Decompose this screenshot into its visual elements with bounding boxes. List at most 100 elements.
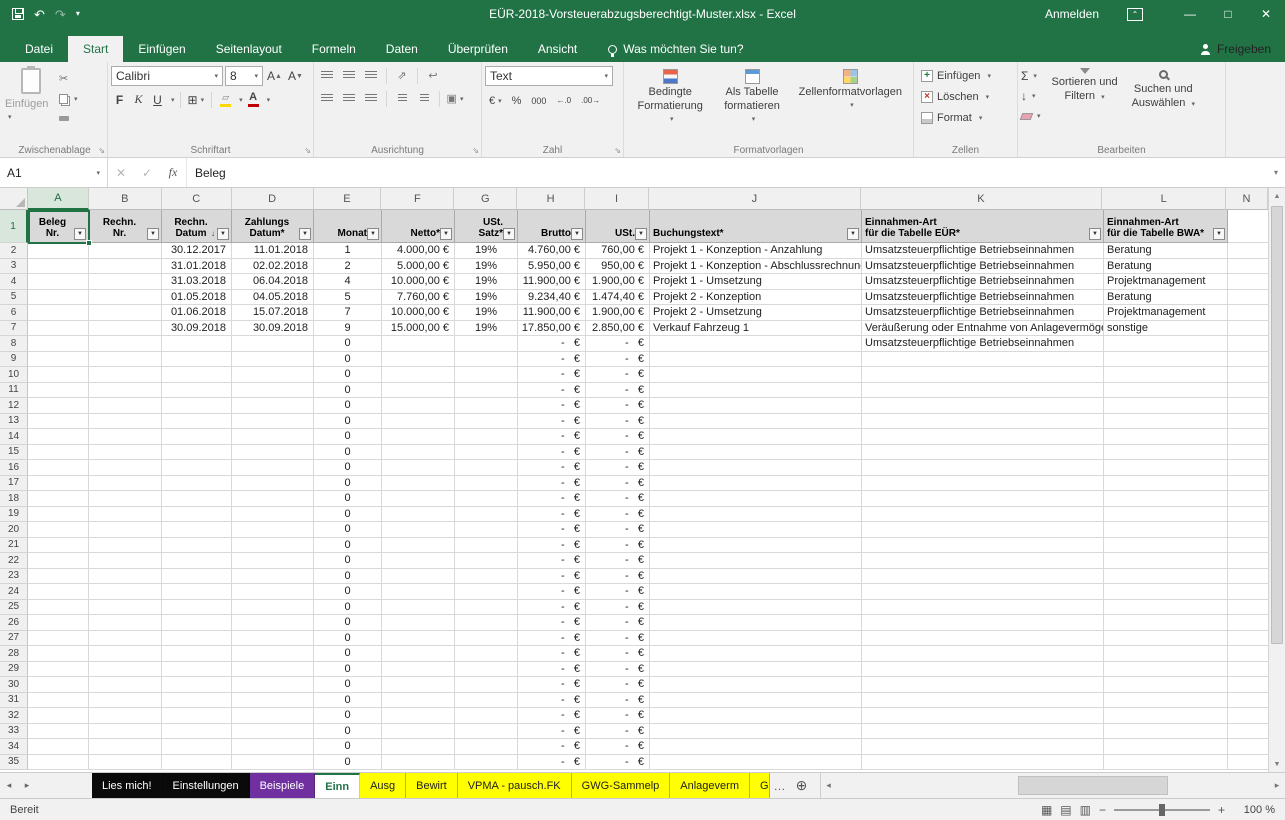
cell-J20[interactable]	[650, 522, 862, 538]
column-header-K[interactable]: K	[861, 188, 1103, 210]
cell-C27[interactable]	[162, 631, 232, 647]
row-header-18[interactable]: 18	[0, 491, 28, 507]
cell-B10[interactable]	[89, 367, 162, 383]
cell-F2[interactable]: 4.000,00 €	[382, 243, 455, 259]
cell-L15[interactable]	[1104, 445, 1228, 461]
cell-B6[interactable]	[89, 305, 162, 321]
cell-D2[interactable]: 11.01.2018	[232, 243, 314, 259]
cell-A28[interactable]	[28, 646, 89, 662]
select-all-corner[interactable]	[0, 188, 28, 210]
cell-L33[interactable]	[1104, 724, 1228, 740]
cell-G17[interactable]	[455, 476, 518, 492]
cell-H6[interactable]: 11.900,00 €	[518, 305, 586, 321]
cell-B11[interactable]	[89, 383, 162, 399]
cell-D34[interactable]	[232, 739, 314, 755]
cell-A20[interactable]	[28, 522, 89, 538]
sheet-tab-ausg[interactable]: Ausg	[360, 773, 406, 798]
cell-A25[interactable]	[28, 600, 89, 616]
cell-E27[interactable]: 0	[314, 631, 382, 647]
cell-G29[interactable]	[455, 662, 518, 678]
cell-C31[interactable]	[162, 693, 232, 709]
align-right-button[interactable]	[361, 89, 381, 108]
cell-N33[interactable]	[1228, 724, 1268, 740]
cell-N24[interactable]	[1228, 584, 1268, 600]
fill-color-button[interactable]: ▱	[217, 90, 234, 109]
cell-L25[interactable]	[1104, 600, 1228, 616]
cell-N5[interactable]	[1228, 290, 1268, 306]
cell-A15[interactable]	[28, 445, 89, 461]
cell-A29[interactable]	[28, 662, 89, 678]
decrease-font-button[interactable]: A▼	[286, 67, 305, 86]
cell-H5[interactable]: 9.234,40 €	[518, 290, 586, 306]
increase-font-button[interactable]: A▲	[265, 67, 284, 86]
cell-N34[interactable]	[1228, 739, 1268, 755]
row-header-13[interactable]: 13	[0, 414, 28, 430]
scroll-left-icon[interactable]: ◂	[821, 780, 837, 791]
cell-L1[interactable]: Einnahmen-Artfür die Tabelle BWA*▼	[1104, 210, 1228, 243]
row-header-16[interactable]: 16	[0, 460, 28, 476]
cell-G35[interactable]	[455, 755, 518, 771]
cell-B30[interactable]	[89, 677, 162, 693]
cell-C28[interactable]	[162, 646, 232, 662]
redo-icon[interactable]: ↷	[55, 8, 66, 21]
cell-E8[interactable]: 0	[314, 336, 382, 352]
cell-D11[interactable]	[232, 383, 314, 399]
cell-G22[interactable]	[455, 553, 518, 569]
cell-A11[interactable]	[28, 383, 89, 399]
cell-K11[interactable]	[862, 383, 1104, 399]
cell-C22[interactable]	[162, 553, 232, 569]
cut-button[interactable]: ✂	[57, 70, 80, 87]
cell-D7[interactable]: 30.09.2018	[232, 321, 314, 337]
cell-G11[interactable]	[455, 383, 518, 399]
cell-A17[interactable]	[28, 476, 89, 492]
cell-C32[interactable]	[162, 708, 232, 724]
cell-B5[interactable]	[89, 290, 162, 306]
cell-A5[interactable]	[28, 290, 89, 306]
cell-G32[interactable]	[455, 708, 518, 724]
copy-button[interactable]: ▾	[57, 90, 80, 107]
cell-I28[interactable]: - €	[586, 646, 650, 662]
orientation-button[interactable]: ⇗	[392, 66, 412, 85]
cell-E28[interactable]: 0	[314, 646, 382, 662]
cell-F17[interactable]	[382, 476, 455, 492]
cell-I34[interactable]: - €	[586, 739, 650, 755]
cell-K4[interactable]: Umsatzsteuerpflichtige Betriebseinnahmen	[862, 274, 1104, 290]
cell-C12[interactable]	[162, 398, 232, 414]
cell-F33[interactable]	[382, 724, 455, 740]
cell-J27[interactable]	[650, 631, 862, 647]
cell-K3[interactable]: Umsatzsteuerpflichtige Betriebseinnahmen	[862, 259, 1104, 275]
cell-D24[interactable]	[232, 584, 314, 600]
column-header-N[interactable]: N	[1226, 188, 1268, 210]
cell-B9[interactable]	[89, 352, 162, 368]
cell-J23[interactable]	[650, 569, 862, 585]
find-select-button[interactable]: Suchen und Auswählen ▾	[1125, 65, 1202, 141]
cell-N26[interactable]	[1228, 615, 1268, 631]
cell-N17[interactable]	[1228, 476, 1268, 492]
cell-C29[interactable]	[162, 662, 232, 678]
cell-F35[interactable]	[382, 755, 455, 771]
cell-A14[interactable]	[28, 429, 89, 445]
conditional-formatting-button[interactable]: Bedingte Formatierung ▾	[627, 65, 713, 141]
filter-button-E[interactable]: ▼	[367, 228, 379, 240]
cell-E18[interactable]: 0	[314, 491, 382, 507]
cell-G13[interactable]	[455, 414, 518, 430]
align-center-button[interactable]	[339, 89, 359, 108]
column-header-C[interactable]: C	[162, 188, 232, 210]
cell-A13[interactable]	[28, 414, 89, 430]
sheet-tab-anlageverm[interactable]: Anlageverm	[670, 773, 750, 798]
clear-button[interactable]: ▾	[1021, 107, 1041, 125]
cell-N30[interactable]	[1228, 677, 1268, 693]
scroll-right-icon[interactable]: ▸	[1269, 780, 1285, 791]
zoom-level[interactable]: 100 %	[1233, 804, 1275, 816]
cell-B18[interactable]	[89, 491, 162, 507]
cell-B31[interactable]	[89, 693, 162, 709]
insert-cells-button[interactable]: +Einfügen▾	[917, 65, 1014, 86]
cell-B8[interactable]	[89, 336, 162, 352]
cell-H12[interactable]: - €	[518, 398, 586, 414]
row-header-14[interactable]: 14	[0, 429, 28, 445]
normal-view-icon[interactable]: ▦	[1041, 803, 1052, 817]
cell-F27[interactable]	[382, 631, 455, 647]
cell-H4[interactable]: 11.900,00 €	[518, 274, 586, 290]
cell-C3[interactable]: 31.01.2018	[162, 259, 232, 275]
cell-A23[interactable]	[28, 569, 89, 585]
